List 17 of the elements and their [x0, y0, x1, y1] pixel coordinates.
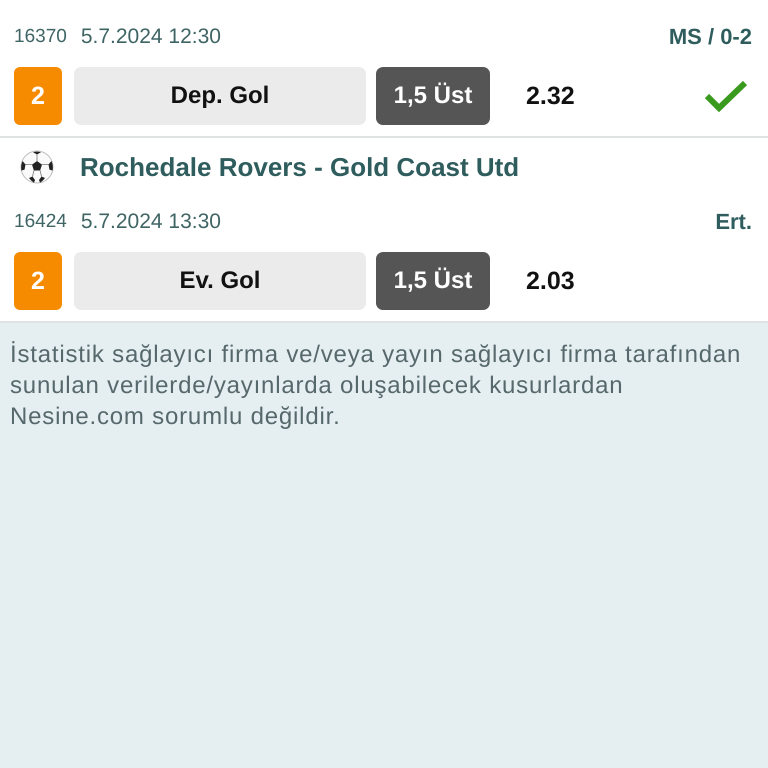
match-datetime: 5.7.2024 13:30	[80, 210, 221, 234]
match-code: 16370	[14, 26, 67, 48]
selection-label: 1,5 Üst	[376, 252, 490, 310]
odds-value: 2.32	[526, 82, 575, 110]
selection-label: 1,5 Üst	[376, 67, 490, 125]
pick-number: 2	[14, 67, 62, 125]
match-title: Rochedale Rovers - Gold Coast Utd	[80, 152, 520, 182]
pick-number: 2	[14, 252, 62, 310]
match-datetime: 5.7.2024 12:30	[80, 25, 221, 49]
match-result: MS / 0-2	[668, 24, 752, 50]
odds-value: 2.03	[526, 266, 575, 296]
market-name: Ev. Gol	[74, 252, 366, 310]
match-code: 16424	[14, 211, 67, 233]
soccer-ball-icon	[20, 150, 54, 184]
disclaimer-text: İstatistik sağlayıcı firma ve/veya yayın sağlayıcı firma tarafından sunulan verilerde/yayınlarda oluşabilecek kusurlardan Nesine.com sorumlu değildir.	[10, 340, 742, 432]
match-result: Ert.	[715, 209, 752, 235]
market-name: Dep. Gol	[74, 67, 366, 125]
